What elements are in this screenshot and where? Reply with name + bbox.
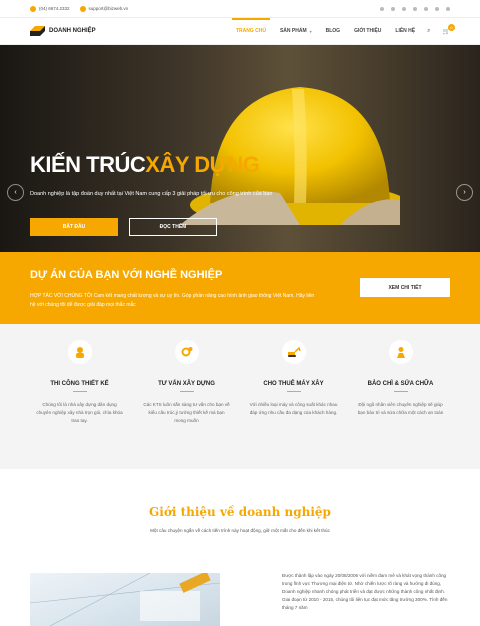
- service-desc: Với nhiều loại máy và công suất khác nha…: [249, 402, 338, 415]
- cta-section: DỰ ÁN CỦA BẠN VỚI NGHỀ NGHIỆP HỢP TÁC VỚ…: [0, 252, 480, 324]
- nav-blog[interactable]: BLOG: [326, 18, 340, 44]
- intro-subtitle: Một câu chuyện ngắn về cách tiến trình n…: [150, 528, 330, 533]
- start-button[interactable]: BẮT ĐẦU: [30, 218, 118, 236]
- mail-icon: [79, 5, 86, 12]
- nav-about[interactable]: GIỚI THIỆU: [354, 18, 381, 44]
- search-icon[interactable]: ⌕: [427, 28, 430, 35]
- google-plus-icon[interactable]: [402, 6, 406, 11]
- nav-products[interactable]: SẢN PHẨM ▾: [280, 18, 312, 44]
- facebook-icon[interactable]: [380, 6, 384, 11]
- instagram-icon[interactable]: [424, 6, 428, 11]
- nav-contact[interactable]: LIÊN HỆ: [395, 18, 415, 44]
- phone-icon: [30, 5, 36, 12]
- email-address: support@bizweb.vn: [88, 6, 129, 11]
- nav-products-label: SẢN PHẨM: [279, 28, 307, 34]
- phone-number: (04) 6674.2332: [39, 6, 70, 11]
- service-title: THI CÔNG THIẾT KẾ: [50, 381, 109, 387]
- cart-count-badge: 0: [448, 23, 455, 31]
- intro-text: Được thành lập vào ngày 20/08/2006 với n…: [282, 573, 448, 610]
- site-header: DOANH NGHIỆP TRANG CHỦ SẢN PHẨM ▾ BLOG GI…: [0, 18, 480, 45]
- slider-next-icon[interactable]: ›: [456, 184, 473, 201]
- nav-home[interactable]: TRANG CHỦ: [231, 18, 270, 44]
- services-section: THI CÔNG THIẾT KẾ Chúng tôi là nhà xây d…: [0, 324, 480, 469]
- gears-icon: [174, 340, 199, 364]
- helmet-image: [180, 87, 400, 225]
- service-desc: Đội ngũ nhân viên chuyên nghiệp sẽ giúp …: [357, 402, 444, 415]
- pinterest-icon[interactable]: [413, 6, 417, 11]
- intro-section: Giới thiệu về doanh nghiệp Một câu chuyệ…: [0, 469, 480, 626]
- hero-banner: KIẾN TRÚCXÂY DỰNG Doanh nghiệp là tập đo…: [0, 45, 480, 252]
- top-bar: (04) 6674.2332 support@bizweb.vn: [0, 0, 480, 18]
- read-more-button[interactable]: ĐỌC THÊM: [129, 218, 217, 236]
- service-title: TƯ VẤN XÂY DỰNG: [158, 381, 215, 387]
- worker-tools-icon: [388, 340, 413, 364]
- slider-prev-icon[interactable]: ‹: [7, 184, 24, 201]
- skype-icon[interactable]: [446, 6, 450, 11]
- service-item: TƯ VẤN XÂY DỰNG Các KTS luôn sẵn sàng tư…: [133, 340, 240, 469]
- hero-subtitle: Doanh nghiệp là tập đoàn duy nhất tại Vi…: [30, 191, 273, 197]
- divider: [72, 391, 87, 392]
- hero-title-accent: XÂY DỰNG: [145, 152, 260, 177]
- cart-icon[interactable]: 🛒 0: [443, 23, 455, 35]
- excavator-icon: [281, 340, 306, 364]
- phone-contact[interactable]: (04) 6674.2332: [30, 5, 70, 12]
- logo-text: DOANH NGHIỆP: [49, 28, 96, 34]
- hero-title-main: KIẾN TRÚC: [30, 152, 146, 177]
- service-title: CHO THUÊ MÁY XÂY: [263, 381, 324, 387]
- cta-text: HỢP TÁC VỚI CHÚNG TÔI Cam kết mang chất …: [30, 293, 315, 308]
- twitter-icon[interactable]: [391, 6, 395, 11]
- chevron-down-icon: ▾: [309, 28, 312, 34]
- service-title: BẢO CHÌ & SỬA CHỮA: [367, 381, 434, 387]
- service-desc: Các KTS luôn sẵn sàng tư vấn cho bạn về …: [143, 402, 230, 423]
- divider: [179, 391, 194, 392]
- construction-worker-icon: [67, 340, 92, 364]
- service-item: THI CÔNG THIẾT KẾ Chúng tôi là nhà xây d…: [26, 340, 133, 469]
- main-nav: TRANG CHỦ SẢN PHẨM ▾ BLOG GIỚI THIỆU LIÊN…: [222, 18, 455, 44]
- service-item: BẢO CHÌ & SỬA CHỮA Đội ngũ nhân viên chu…: [347, 340, 454, 469]
- email-contact[interactable]: support@bizweb.vn: [79, 5, 129, 12]
- social-links: [380, 6, 450, 11]
- view-details-button[interactable]: XEM CHI TIẾT: [360, 278, 450, 297]
- service-desc: Chúng tôi là nhà xây dựng dân dụng chuyê…: [36, 402, 123, 423]
- divider: [286, 391, 301, 392]
- logo-icon: [30, 26, 45, 36]
- site-logo[interactable]: DOANH NGHIỆP: [30, 26, 96, 36]
- hero-title: KIẾN TRÚCXÂY DỰNG: [30, 152, 260, 178]
- blueprint-image: [30, 573, 220, 626]
- youtube-icon[interactable]: [435, 6, 439, 11]
- intro-title: Giới thiệu về doanh nghiệp: [149, 505, 331, 519]
- divider: [393, 391, 408, 392]
- service-item: CHO THUÊ MÁY XÂY Với nhiều loại máy và c…: [240, 340, 347, 469]
